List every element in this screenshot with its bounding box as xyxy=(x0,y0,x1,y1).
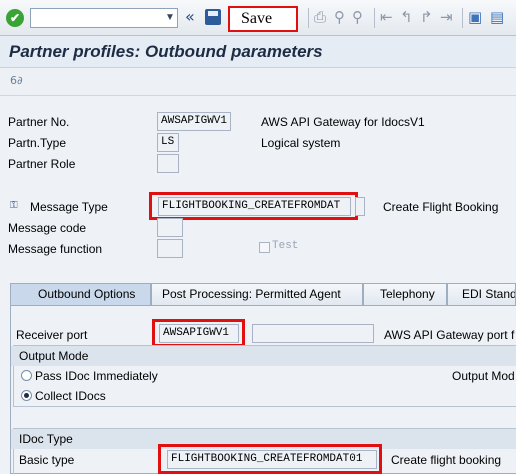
enter-checkmark-icon[interactable]: ✔ xyxy=(6,9,24,27)
message-type-label: Message Type xyxy=(30,200,108,214)
save-callout-label: Save xyxy=(228,6,298,32)
message-function-field[interactable] xyxy=(157,239,183,258)
tab-post-processing[interactable]: Post Processing: Permitted Agent xyxy=(151,283,363,305)
find-next-icon[interactable]: ⚲ xyxy=(352,8,363,26)
collect-idocs-radio[interactable] xyxy=(21,390,32,401)
toolbar-separator xyxy=(308,8,309,28)
display-change-glasses-icon[interactable]: 6∂ xyxy=(10,74,23,87)
message-code-field[interactable] xyxy=(157,218,183,237)
output-mode-header: Output Mode xyxy=(11,346,516,366)
partner-role-label: Partner Role xyxy=(8,157,76,171)
page-title: Partner profiles: Outbound parameters xyxy=(9,42,323,61)
tab-label: Telephony xyxy=(380,287,435,301)
shortcut-icon[interactable]: ▤ xyxy=(490,8,504,26)
test-checkbox[interactable] xyxy=(259,242,270,253)
tab-label: Outbound Options xyxy=(38,287,136,301)
message-code-label: Message code xyxy=(8,221,87,235)
receiver-port-highlight xyxy=(152,319,245,347)
message-type-key-icon: ⚿ xyxy=(10,200,18,211)
receiver-port-description: AWS API Gateway port f xyxy=(384,328,515,342)
partner-no-description: AWS API Gateway for IdocsV1 xyxy=(261,115,425,129)
basic-type-highlight xyxy=(158,444,382,474)
basic-type-description: Create flight booking xyxy=(391,453,502,467)
chevron-double-left-icon[interactable]: « xyxy=(185,7,195,26)
print-icon[interactable]: ⎙ xyxy=(314,8,326,26)
save-icon[interactable] xyxy=(205,9,221,25)
first-page-icon[interactable]: ⇤ xyxy=(380,8,393,26)
tab-label: EDI Standar xyxy=(462,287,516,301)
output-mode-right-label: Output Mod xyxy=(452,369,515,383)
tab-label: Post Processing: Permitted Agent xyxy=(162,287,341,301)
next-page-icon[interactable]: ↱ xyxy=(420,8,433,26)
partner-no-label: Partner No. xyxy=(8,115,70,129)
tab-strip: Outbound Options Post Processing: Permit… xyxy=(10,283,516,474)
tab-outbound-options[interactable]: Outbound Options xyxy=(10,283,151,306)
toolbar-separator xyxy=(374,8,375,28)
message-function-label: Message function xyxy=(8,242,103,256)
find-icon[interactable]: ⚲ xyxy=(334,8,345,26)
new-session-icon[interactable]: ▣ xyxy=(468,8,482,26)
message-type-help-box xyxy=(355,197,365,216)
last-page-icon[interactable]: ⇥ xyxy=(440,8,453,26)
message-type-highlight xyxy=(149,192,358,220)
application-toolbar: 6∂ xyxy=(0,68,516,96)
tab-edi-standard[interactable]: EDI Standar xyxy=(447,283,516,305)
test-checkbox-label: Test xyxy=(272,240,299,252)
message-type-description: Create Flight Booking xyxy=(383,200,499,214)
partner-role-field[interactable] xyxy=(157,154,179,173)
partn-type-description: Logical system xyxy=(261,136,341,150)
partn-type-label: Partn.Type xyxy=(8,136,67,150)
system-toolbar: ✔ ▼ « Save ⎙ ⚲ ⚲ ⇤ ↰ ↱ ⇥ ▣ ▤ xyxy=(0,0,516,36)
collect-idocs-label: Collect IDocs xyxy=(35,389,106,403)
partner-no-field[interactable]: AWSAPIGWV1 xyxy=(157,112,231,131)
tab-telephony[interactable]: Telephony xyxy=(363,283,447,305)
outbound-parameters-form: Partner No. AWSAPIGWV1 AWS API Gateway f… xyxy=(0,96,516,474)
pass-idoc-immediately-radio[interactable] xyxy=(21,370,32,381)
basic-type-label: Basic type xyxy=(19,453,75,467)
receiver-port-extra-box xyxy=(252,324,374,343)
previous-page-icon[interactable]: ↰ xyxy=(400,8,413,26)
outbound-options-panel: Receiver port AWSAPIGWV1 AWS API Gateway… xyxy=(10,305,516,474)
command-history-dropdown-icon[interactable]: ▼ xyxy=(162,8,178,28)
pass-idoc-immediately-label: Pass IDoc Immediately xyxy=(35,369,158,383)
title-bar: Partner profiles: Outbound parameters xyxy=(0,36,516,68)
toolbar-separator xyxy=(462,8,463,28)
partn-type-field[interactable]: LS xyxy=(157,133,179,152)
receiver-port-label: Receiver port xyxy=(16,328,88,342)
command-field[interactable] xyxy=(30,8,178,28)
